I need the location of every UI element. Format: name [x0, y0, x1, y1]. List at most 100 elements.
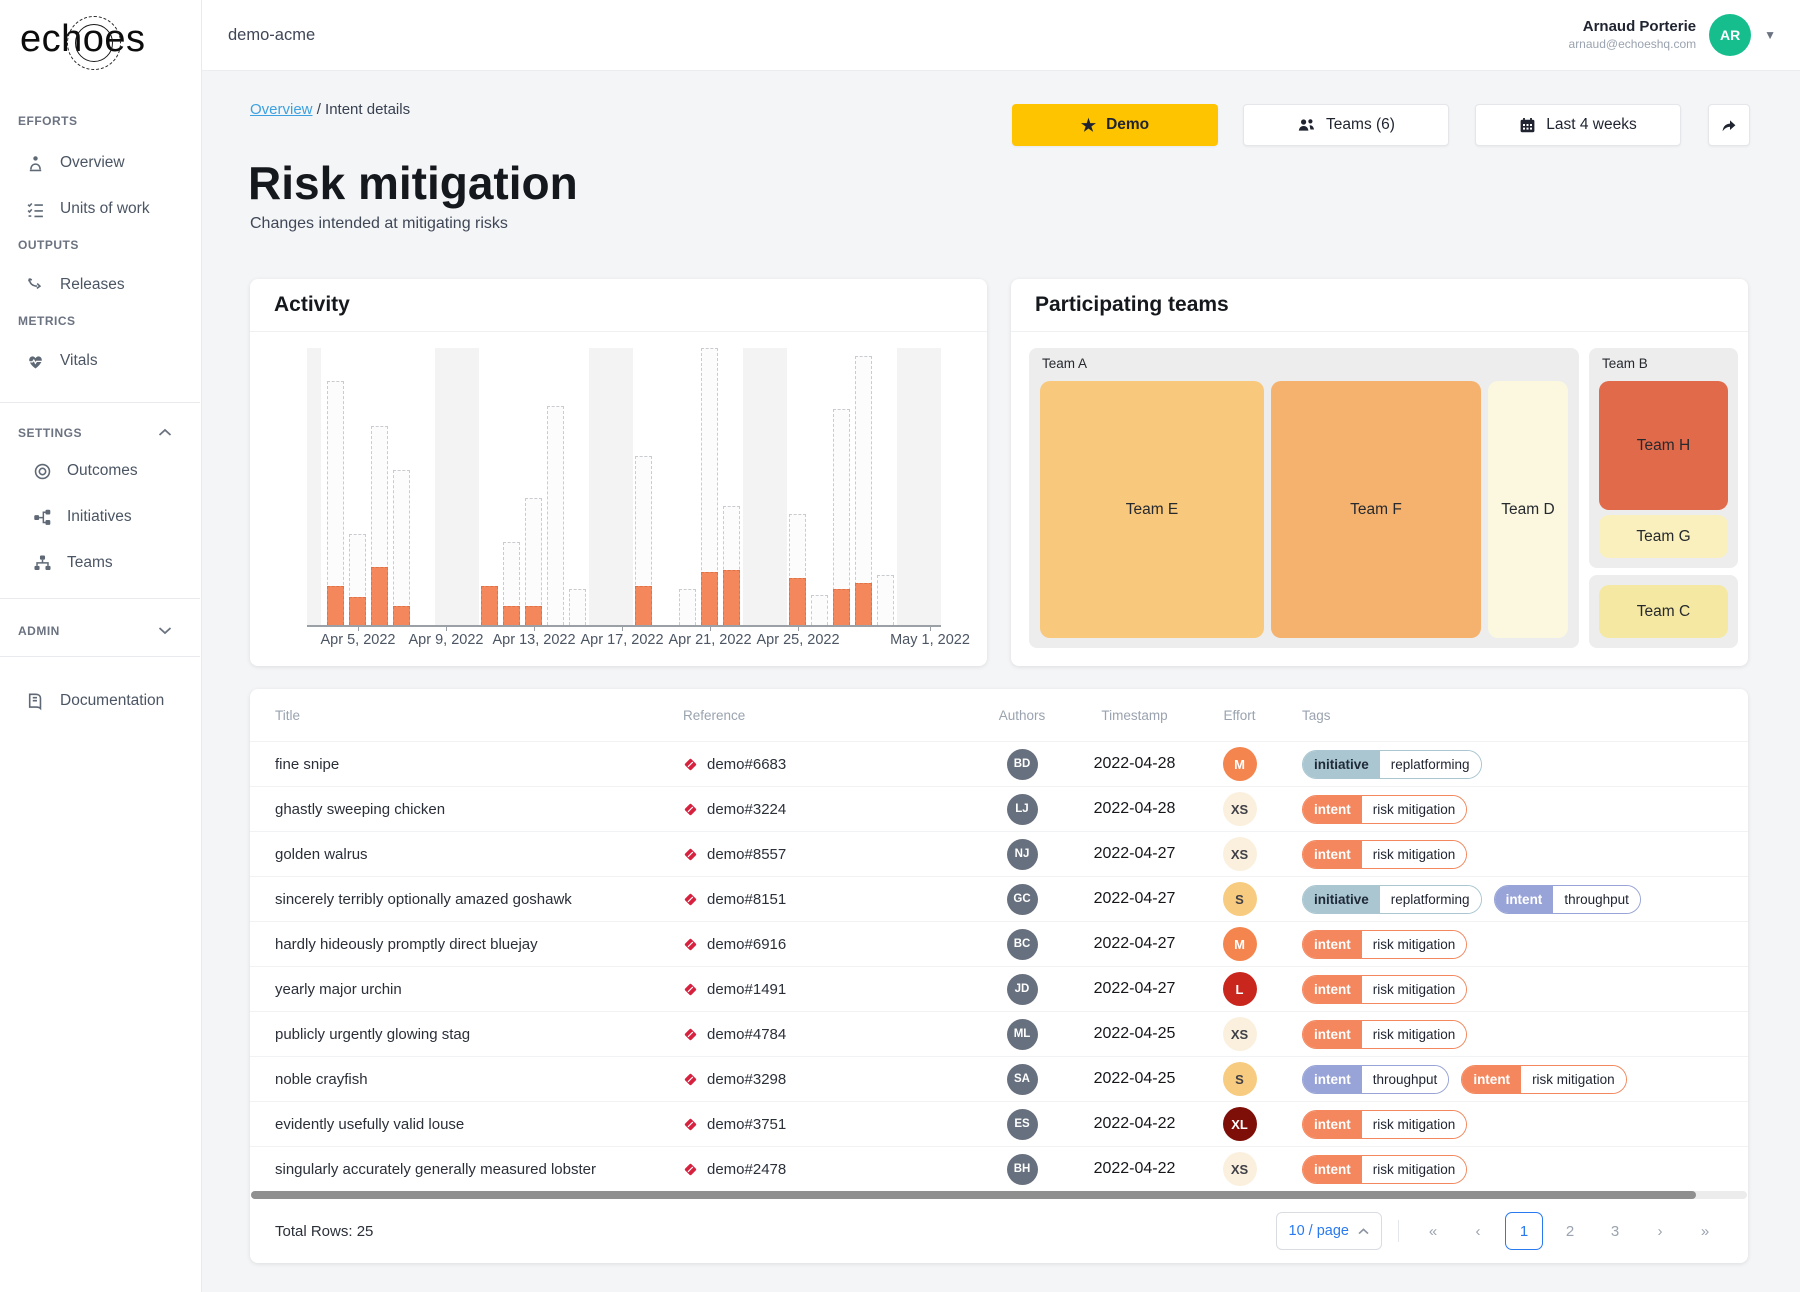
- column-header-authors: Authors: [998, 707, 1046, 723]
- row-reference[interactable]: demo#3298: [683, 1071, 977, 1088]
- table-row[interactable]: sincerely terribly optionally amazed gos…: [250, 876, 1748, 921]
- chevron-down-icon[interactable]: ▼: [1764, 28, 1776, 42]
- sidebar-item-units-of-work[interactable]: Units of work: [0, 194, 201, 224]
- tag-pill[interactable]: intent risk mitigation: [1302, 1019, 1468, 1049]
- table-row[interactable]: noble crayfish demo#3298 SA 2022-04-25 Sinte…: [250, 1056, 1748, 1101]
- pagination-prev-button[interactable]: ‹: [1460, 1213, 1496, 1249]
- teams-filter-label: Teams (6): [1326, 116, 1395, 133]
- row-title: ghastly sweeping chicken: [275, 800, 446, 818]
- sidebar-divider: [0, 656, 200, 657]
- author-avatar[interactable]: ES: [1006, 1108, 1038, 1140]
- page-size-select[interactable]: 10 / page: [1275, 1212, 1382, 1250]
- row-reference[interactable]: demo#8151: [683, 891, 977, 908]
- pagination-first-button[interactable]: «: [1415, 1213, 1451, 1249]
- row-effort: S: [1202, 882, 1277, 916]
- sidebar: echoes EFFORTS Overview Units of work OU…: [0, 0, 202, 1292]
- column-header-timestamp: Timestamp: [1101, 707, 1168, 723]
- treemap-tile-team-h[interactable]: Team H: [1599, 381, 1728, 510]
- author-avatar[interactable]: JD: [1006, 973, 1038, 1005]
- tag-category: intent: [1303, 1155, 1362, 1183]
- author-avatar[interactable]: GC: [1006, 883, 1038, 915]
- row-title: golden walrus: [275, 845, 368, 863]
- table-row[interactable]: golden walrus demo#8557 NJ 2022-04-27 XS inte…: [250, 831, 1748, 876]
- row-reference[interactable]: demo#1491: [683, 981, 977, 998]
- table-row[interactable]: fine snipe demo#6683 BD 2022-04-28 Minitiati…: [250, 741, 1748, 786]
- pagination-next-button[interactable]: ›: [1642, 1213, 1678, 1249]
- table-row[interactable]: yearly major urchin demo#1491 JD 2022-04-27…: [250, 966, 1748, 1011]
- chart-bar-highlight: [855, 583, 872, 625]
- row-reference[interactable]: demo#3224: [683, 801, 977, 818]
- table-row[interactable]: ghastly sweeping chicken demo#3224 LJ 2022-…: [250, 786, 1748, 831]
- breadcrumb-overview-link[interactable]: Overview: [250, 101, 313, 118]
- treemap-tile-team-d[interactable]: Team D: [1488, 381, 1568, 638]
- sidebar-divider: [0, 402, 200, 403]
- period-filter-button[interactable]: Last 4 weeks: [1475, 104, 1681, 146]
- tag-pill[interactable]: intent risk mitigation: [1302, 1154, 1468, 1184]
- teams-filter-button[interactable]: Teams (6): [1243, 104, 1449, 146]
- effort-badge: M: [1222, 927, 1257, 961]
- star-icon: ★: [1080, 115, 1097, 135]
- demo-button[interactable]: ★ Demo: [1012, 104, 1218, 146]
- scrollbar-thumb[interactable]: [251, 1191, 1696, 1199]
- author-avatar[interactable]: ML: [1006, 1018, 1038, 1050]
- avatar[interactable]: AR: [1709, 14, 1752, 56]
- pagination-page-1[interactable]: 1: [1505, 1212, 1543, 1250]
- row-reference[interactable]: demo#4784: [683, 1026, 977, 1043]
- user-menu[interactable]: Arnaud Porterie arnaud@echoeshq.com AR ▼: [1569, 14, 1776, 56]
- sidebar-item-releases[interactable]: Releases: [0, 270, 201, 300]
- row-reference[interactable]: demo#3751: [683, 1116, 977, 1133]
- table-row[interactable]: singularly accurately generally measured…: [250, 1146, 1748, 1191]
- tag-pill[interactable]: intent risk mitigation: [1461, 1064, 1627, 1094]
- section-label-settings[interactable]: SETTINGS: [18, 426, 82, 440]
- tag-pill[interactable]: intent risk mitigation: [1302, 1109, 1468, 1139]
- row-reference[interactable]: demo#2478: [683, 1161, 977, 1178]
- author-avatar[interactable]: BC: [1006, 928, 1038, 960]
- sidebar-item-initiatives[interactable]: Initiatives: [0, 502, 201, 532]
- echoes-logo[interactable]: echoes: [20, 18, 146, 61]
- author-avatar[interactable]: SA: [1006, 1063, 1038, 1095]
- participating-teams-card: Participating teams Team A Team E Team F…: [1011, 279, 1748, 666]
- treemap-tile-team-c[interactable]: Team C: [1599, 585, 1728, 638]
- effort-badge: XS: [1222, 1152, 1257, 1186]
- chart-bar-highlight: [635, 586, 652, 625]
- tag-pill[interactable]: intent risk mitigation: [1302, 974, 1468, 1004]
- row-reference[interactable]: demo#6683: [683, 756, 977, 773]
- author-avatar[interactable]: LJ: [1006, 793, 1038, 825]
- row-reference[interactable]: demo#8557: [683, 846, 977, 863]
- chevron-up-icon[interactable]: [158, 428, 172, 438]
- sidebar-item-teams[interactable]: Teams: [0, 548, 201, 578]
- table-row[interactable]: evidently usefully valid louse demo#3751 E…: [250, 1101, 1748, 1146]
- treemap-tile-team-e[interactable]: Team E: [1040, 381, 1264, 638]
- tag-pill[interactable]: initiative replatforming: [1302, 884, 1482, 914]
- tag-pill[interactable]: intent risk mitigation: [1302, 794, 1468, 824]
- tag-pill[interactable]: intent throughput: [1493, 884, 1641, 914]
- sidebar-item-vitals[interactable]: Vitals: [0, 346, 201, 376]
- tag-pill[interactable]: intent throughput: [1302, 1064, 1450, 1094]
- sidebar-item-label: Releases: [60, 276, 125, 293]
- author-avatar[interactable]: BH: [1006, 1153, 1038, 1185]
- sidebar-item-outcomes[interactable]: Outcomes: [0, 456, 201, 486]
- author-avatar[interactable]: NJ: [1006, 838, 1038, 870]
- treemap-tile-team-f[interactable]: Team F: [1271, 381, 1481, 638]
- pagination-page-3[interactable]: 3: [1597, 1213, 1633, 1249]
- table-row[interactable]: hardly hideously promptly direct bluejay…: [250, 921, 1748, 966]
- tag-pill[interactable]: intent risk mitigation: [1302, 929, 1468, 959]
- treemap-tile-team-g[interactable]: Team G: [1599, 515, 1728, 558]
- treemap-group-team-b: Team B Team H Team G: [1589, 348, 1738, 568]
- pagination-last-button[interactable]: »: [1687, 1213, 1723, 1249]
- sidebar-item-overview[interactable]: Overview: [0, 148, 201, 178]
- row-authors: GC: [977, 883, 1067, 915]
- tag-pill[interactable]: initiative replatforming: [1302, 749, 1482, 779]
- chevron-down-icon[interactable]: [158, 626, 172, 636]
- section-label-admin[interactable]: ADMIN: [18, 624, 60, 638]
- tag-category: intent: [1303, 930, 1362, 958]
- author-avatar[interactable]: BD: [1006, 748, 1038, 780]
- reference-diamond-icon: [683, 802, 698, 817]
- table-row[interactable]: publicly urgently glowing stag demo#4784 M…: [250, 1011, 1748, 1056]
- pagination-page-2[interactable]: 2: [1552, 1213, 1588, 1249]
- effort-badge: XS: [1222, 792, 1257, 826]
- tag-pill[interactable]: intent risk mitigation: [1302, 839, 1468, 869]
- sidebar-item-documentation[interactable]: Documentation: [0, 686, 201, 716]
- row-reference[interactable]: demo#6916: [683, 936, 977, 953]
- share-button[interactable]: [1708, 104, 1750, 146]
